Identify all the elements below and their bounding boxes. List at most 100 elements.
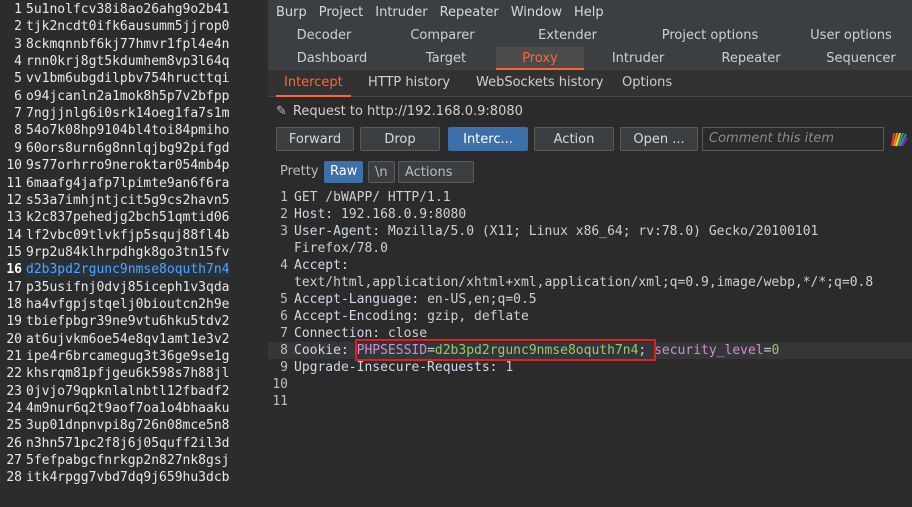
session-token: 54o7k08hp9104bl4toi84pmiho [26, 123, 230, 139]
terminal-line-number: 5 [14, 71, 22, 87]
tab-sequencer[interactable]: Sequencer [810, 47, 912, 70]
session-token: lf2vbc09tlvkfjp5squj88fl4b [26, 227, 230, 243]
terminal-line: 23 0jvjo79qpknlalnbtl12fbadf2 [0, 383, 268, 400]
session-token: 0jvjo79qpknlalnbtl12fbadf2 [26, 383, 230, 399]
terminal-line-number: 7 [14, 106, 22, 122]
session-token: vv1bm6ubgdilpbv754hructtqi [26, 71, 230, 87]
session-token: 9s77orhrro9neroktar054mb4p [26, 158, 230, 174]
terminal-line-number: 28 [6, 470, 22, 486]
request-line-5: 5 Accept-Language: en-US,en;q=0.5 [280, 292, 537, 307]
terminal-line: 16 d2b3pd2rgunc9nmse8oquth7n4 [0, 261, 268, 278]
session-token: o94jcanln2a1mok8h5p7v2bfpp [26, 88, 230, 104]
terminal-line: 1 5u1nolfcv38i8ao26ahg9o2b41 [0, 1, 268, 18]
terminal-line-number: 23 [6, 383, 22, 399]
highlight-color-icon[interactable] [890, 130, 908, 148]
request-line-9: 9 Upgrade-Insecure-Requests: 1 [280, 360, 514, 375]
pencil-icon: ✎ [276, 104, 287, 119]
tab-user-options[interactable]: User options [790, 24, 912, 47]
menu-repeater[interactable]: Repeater [440, 5, 499, 20]
request-line-1: 1 GET /bWAPP/ HTTP/1.1 [280, 190, 451, 205]
terminal-line: 13 k2c837pehedjg2bch51qmtid06 [0, 209, 268, 226]
menu-project[interactable]: Project [319, 5, 363, 20]
terminal-line: 26 n3hn571pc2f8j6j05quff2il3d [0, 435, 268, 452]
terminal-line-number: 25 [6, 418, 22, 434]
terminal-line: 19 tbiefpbgr39ne9vtu6hku5tdv2 [0, 313, 268, 330]
terminal-line: 24 4m9nur6q2t9aof7oa1o4bhaaku [0, 400, 268, 417]
terminal-line: 2 tjk2ncdt0ifk6ausumm5jjrop0 [0, 18, 268, 35]
session-token: at6ujvkm6oe54e8qv1amt1e3v2 [26, 331, 230, 347]
menu-window[interactable]: Window [511, 5, 562, 20]
session-token: 4m9nur6q2t9aof7oa1o4bhaaku [26, 401, 230, 417]
session-cookie-highlight [355, 339, 656, 361]
raw-view-button[interactable]: Raw [324, 161, 364, 183]
tab-dashboard[interactable]: Dashboard [268, 47, 396, 70]
request-line-4: 4 Accept: [280, 258, 349, 273]
pretty-view-button[interactable]: Pretty [274, 161, 325, 183]
terminal-line: 8 54o7k08hp9104bl4toi84pmiho [0, 122, 268, 139]
intercept-toggle-button[interactable]: Interc... [448, 127, 528, 151]
terminal-line-number: 6 [14, 88, 22, 104]
menu-help[interactable]: Help [574, 5, 604, 20]
tab-extender[interactable]: Extender [505, 24, 630, 47]
terminal-output: 1 5u1nolfcv38i8ao26ahg9o2b41 2 tjk2ncdt0ifk… [0, 0, 268, 507]
terminal-line: 17 p35usifnj0dvj85iceph1v3qda [0, 279, 268, 296]
terminal-line-number: 16 [6, 262, 22, 278]
terminal-line: 22 khsrqm81pfjgeu6k598s7h88jl [0, 365, 268, 382]
tab-decoder[interactable]: Decoder [268, 24, 380, 47]
request-line-10: 10 [272, 377, 288, 392]
terminal-line: 12 s53a7imhjntjcit5g9cs2havn5 [0, 192, 268, 209]
session-token: khsrqm81pfjgeu6k598s7h88jl [26, 366, 230, 382]
terminal-line-number: 8 [14, 123, 22, 139]
request-line-3: 3 User-Agent: Mozilla/5.0 (X11; Linux x86… [280, 224, 819, 239]
tool-tabs-row-2: Dashboard Target Proxy Intruder Repeater… [268, 47, 912, 70]
terminal-line-number: 10 [6, 158, 22, 174]
action-button[interactable]: Action [534, 127, 614, 151]
subtab-websockets-history[interactable]: WebSockets history [468, 71, 611, 95]
menu-bar: Burp Project Intruder Repeater Window He… [268, 0, 912, 24]
terminal-line-number: 2 [14, 19, 22, 35]
tab-project-options[interactable]: Project options [630, 24, 790, 47]
tab-proxy[interactable]: Proxy [496, 47, 584, 70]
terminal-line: 25 3up01dnpnvpi8g726n08mce5n8 [0, 417, 268, 434]
session-token: 9rp2u84klhrpdhgk8go3tn15fv [26, 244, 230, 260]
terminal-line: 10 9s77orhrro9neroktar054mb4p [0, 157, 268, 174]
terminal-line-number: 21 [6, 349, 22, 364]
tab-intruder[interactable]: Intruder [584, 47, 692, 70]
session-token: ha4vfgpjstqelj0bioutcn2h9e [26, 296, 230, 312]
tab-comparer[interactable]: Comparer [380, 24, 505, 47]
tab-target[interactable]: Target [396, 47, 496, 70]
request-target: Request to http://192.168.0.9:8080 [292, 104, 523, 119]
subtab-options[interactable]: Options [614, 71, 680, 95]
terminal-line: 11 6maafg4jafp7lpimte9an6f6ra [0, 175, 268, 192]
terminal-line: 6 o94jcanln2a1mok8h5p7v2bfpp [0, 88, 268, 105]
drop-button[interactable]: Drop [360, 127, 440, 151]
tab-repeater[interactable]: Repeater [692, 47, 810, 70]
terminal-line-number: 4 [14, 54, 22, 70]
open-browser-button[interactable]: Open ... [620, 127, 698, 151]
comment-input[interactable]: Comment this item [702, 127, 884, 151]
terminal-line: 7 7ngjjnlg6i0srk14oeg1fa7s1m [0, 105, 268, 122]
session-token: rnn0krj8gt5kdumhem8vp3l64q [26, 54, 230, 70]
terminal-line: 18 ha4vfgpjstqelj0bioutcn2h9e [0, 296, 268, 313]
terminal-line-number: 19 [6, 314, 22, 330]
session-token: d2b3pd2rgunc9nmse8oquth7n4 [26, 262, 230, 278]
terminal-line: 9 60ors8urn6g8nnlqjbg92pifgd [0, 140, 268, 157]
newline-toggle-button[interactable]: \n [368, 161, 395, 183]
terminal-line: 5 vv1bm6ubgdilpbv754hructtqi [0, 70, 268, 87]
session-token: tbiefpbgr39ne9vtu6hku5tdv2 [26, 314, 230, 330]
session-token: tjk2ncdt0ifk6ausumm5jjrop0 [26, 19, 230, 35]
subtab-http-history[interactable]: HTTP history [360, 71, 458, 95]
menu-burp[interactable]: Burp [276, 5, 307, 20]
session-token: itk4rpgg7vbd7dq9j659hu3dcb [26, 470, 230, 486]
subtab-intercept[interactable]: Intercept [276, 71, 351, 97]
terminal-line-number: 27 [6, 453, 22, 469]
terminal-line-number: 17 [6, 279, 22, 295]
menu-intruder[interactable]: Intruder [375, 5, 427, 20]
terminal-line: 21 ipe4r6brcamegug3t36ge9se1g [0, 348, 268, 365]
session-token: 7ngjjnlg6i0srk14oeg1fa7s1m [26, 106, 230, 122]
terminal-line-number: 9 [14, 140, 22, 156]
session-token: 5u1nolfcv38i8ao26ahg9o2b41 [26, 2, 230, 17]
forward-button[interactable]: Forward [276, 127, 354, 151]
session-token: p35usifnj0dvj85iceph1v3qda [26, 279, 230, 295]
actions-dropdown[interactable]: Actions ⌄ [398, 161, 474, 201]
